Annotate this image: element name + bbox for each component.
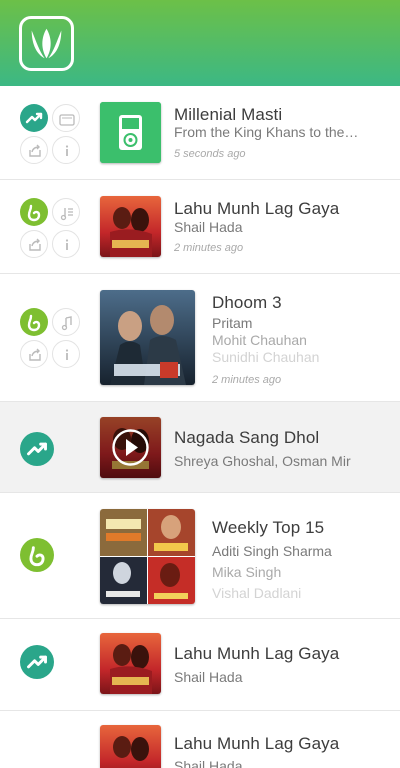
album-artwork[interactable] bbox=[100, 290, 195, 385]
item-title[interactable]: Lahu Munh Lag Gaya bbox=[174, 734, 388, 754]
jio-icon bbox=[20, 198, 48, 226]
item-title[interactable]: Dhoom 3 bbox=[212, 293, 388, 313]
artist-name: Pritam bbox=[212, 315, 253, 331]
item-subtitle: Shreya Ghoshal, Osman Mir bbox=[174, 453, 351, 469]
item-title[interactable]: Weekly Top 15 bbox=[212, 518, 388, 538]
trending-icon bbox=[20, 432, 54, 466]
playlist-artwork[interactable] bbox=[100, 102, 161, 163]
info-icon[interactable] bbox=[52, 136, 80, 164]
artist-name: Mika Singh bbox=[212, 564, 282, 580]
feed-item[interactable]: Lahu Munh Lag Gaya Shail Hada 2 minutes … bbox=[0, 180, 400, 274]
item-title[interactable]: Lahu Munh Lag Gaya bbox=[174, 644, 388, 664]
item-subtitle: From the King Khans to the… bbox=[174, 124, 359, 140]
artist-name: Mohit Chauhan bbox=[212, 332, 307, 348]
item-title[interactable]: Nagada Sang Dhol bbox=[174, 428, 388, 448]
trending-icon bbox=[20, 104, 48, 132]
item-title[interactable]: Lahu Munh Lag Gaya bbox=[174, 199, 388, 219]
jio-icon bbox=[20, 538, 54, 572]
item-timestamp: 5 seconds ago bbox=[174, 148, 246, 160]
playlist-artwork[interactable] bbox=[100, 509, 195, 604]
queue-icon[interactable] bbox=[52, 198, 80, 226]
item-timestamp: 2 minutes ago bbox=[174, 242, 244, 254]
share-icon[interactable] bbox=[20, 340, 48, 368]
album-artwork[interactable] bbox=[100, 196, 161, 257]
info-icon[interactable] bbox=[52, 230, 80, 258]
play-icon[interactable] bbox=[100, 417, 161, 478]
radio-icon[interactable] bbox=[52, 104, 80, 132]
ipod-icon bbox=[100, 102, 161, 163]
app-header bbox=[0, 0, 400, 86]
item-subtitle: Shail Hada bbox=[174, 669, 243, 685]
item-subtitle: Shail Hada bbox=[174, 758, 243, 768]
artist-name: Sunidhi Chauhan bbox=[212, 349, 320, 365]
feed-item[interactable]: Dhoom 3 Pritam Mohit Chauhan Sunidhi Cha… bbox=[0, 274, 400, 402]
artist-name: Aditi Singh Sharma bbox=[212, 543, 332, 559]
artist-name: Vishal Dadlani bbox=[212, 585, 302, 601]
item-subtitle: Shail Hada bbox=[174, 219, 243, 235]
saavn-logo-icon[interactable] bbox=[19, 16, 74, 71]
feed-item[interactable]: Millenial Masti From the King Khans to t… bbox=[0, 86, 400, 180]
feed-item[interactable]: Lahu Munh Lag Gaya Shail Hada bbox=[0, 711, 400, 768]
activity-feed: Millenial Masti From the King Khans to t… bbox=[0, 86, 400, 768]
jio-icon bbox=[20, 308, 48, 336]
feed-item[interactable]: Weekly Top 15 Aditi Singh Sharma Mika Si… bbox=[0, 493, 400, 619]
album-artwork[interactable] bbox=[100, 633, 161, 694]
info-icon[interactable] bbox=[52, 340, 80, 368]
item-title[interactable]: Millenial Masti bbox=[174, 105, 388, 125]
feed-item[interactable]: Lahu Munh Lag Gaya Shail Hada bbox=[0, 619, 400, 711]
album-artwork[interactable] bbox=[100, 725, 161, 768]
album-artwork[interactable] bbox=[100, 417, 161, 478]
share-icon[interactable] bbox=[20, 230, 48, 258]
trending-icon bbox=[20, 645, 54, 679]
item-timestamp: 2 minutes ago bbox=[212, 374, 282, 386]
now-playing-item[interactable]: Nagada Sang Dhol Shreya Ghoshal, Osman M… bbox=[0, 402, 400, 493]
music-note-icon[interactable] bbox=[52, 308, 80, 336]
share-icon[interactable] bbox=[20, 136, 48, 164]
